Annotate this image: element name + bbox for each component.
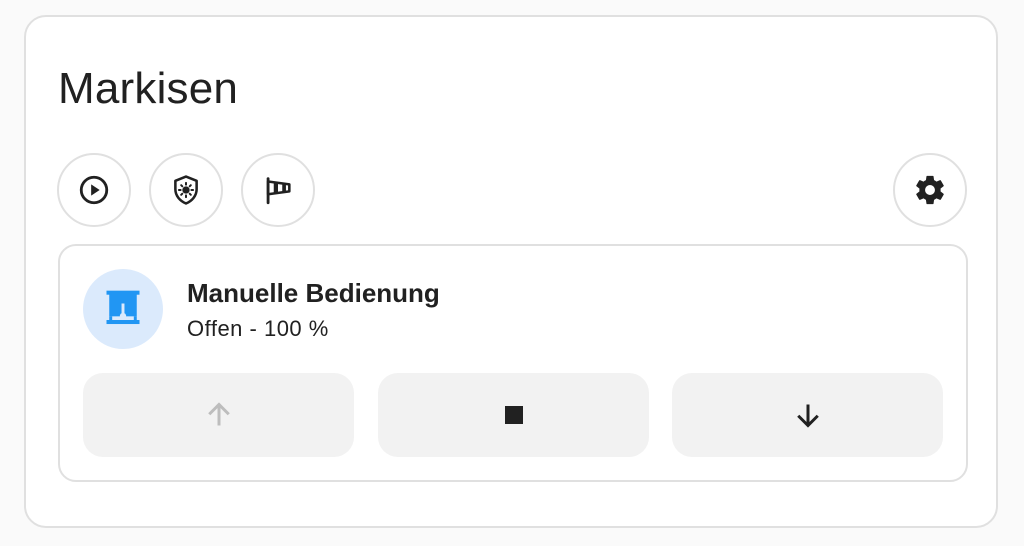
automation-play-button[interactable]: [57, 153, 131, 227]
entity-icon-badge[interactable]: [83, 269, 163, 349]
arrow-up-icon: [207, 402, 230, 426]
stop-cover-button[interactable]: [378, 373, 649, 457]
wind-protection-button[interactable]: [241, 153, 315, 227]
open-cover-button[interactable]: [83, 373, 354, 457]
cover-entity-tile: Manuelle Bedienung Offen - 100 %: [58, 244, 968, 482]
entity-state: Offen - 100 %: [187, 316, 329, 341]
close-cover-button[interactable]: [672, 373, 943, 457]
gear-icon: [916, 175, 944, 205]
awning-icon: [106, 290, 140, 325]
play-circle-icon: [79, 175, 109, 205]
stop-icon: [504, 406, 523, 424]
arrow-down-icon: [796, 404, 819, 428]
sun-protection-button[interactable]: [149, 153, 223, 227]
card-title: Markisen: [58, 64, 239, 113]
markisen-card: Markisen Manuelle Bedienung Offen - 100 …: [24, 15, 998, 528]
entity-name: Manuelle Bedienung: [187, 278, 440, 308]
windsock-icon: [266, 177, 291, 205]
settings-button[interactable]: [893, 153, 967, 227]
shield-sun-icon: [174, 175, 198, 205]
